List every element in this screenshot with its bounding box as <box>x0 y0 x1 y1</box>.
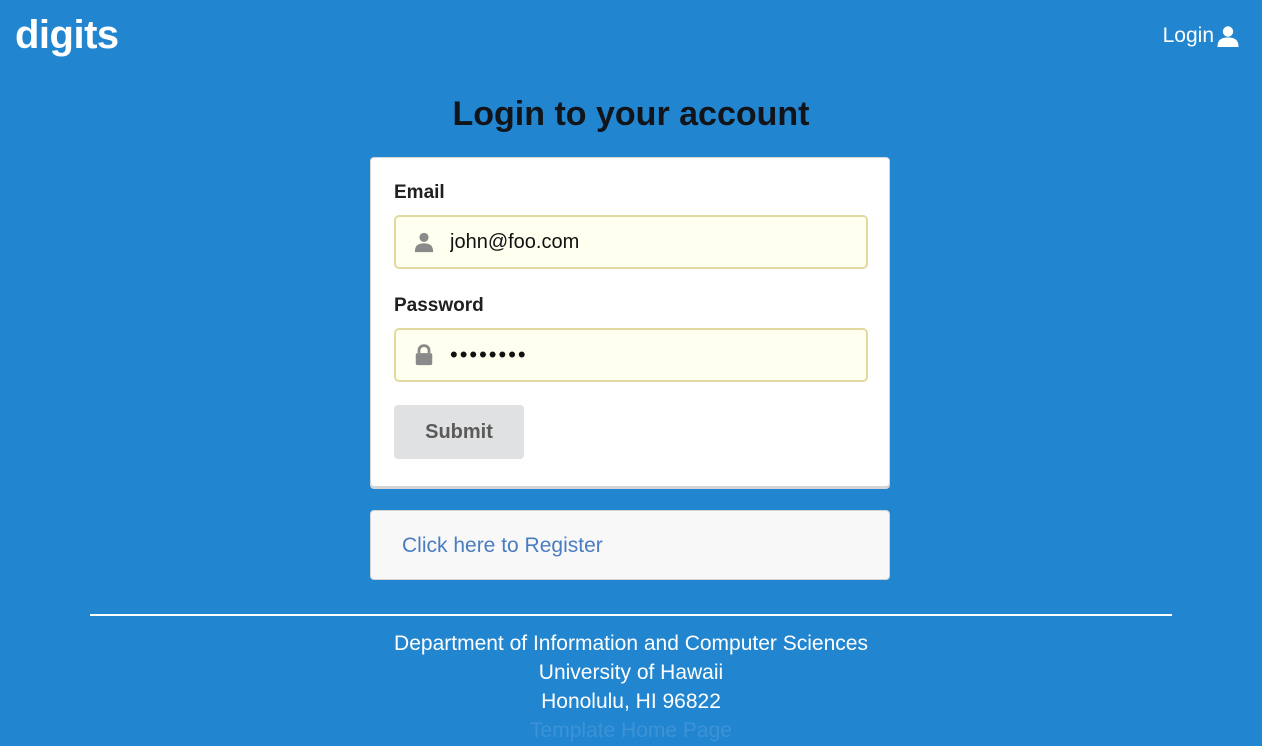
footer-divider <box>90 614 1172 616</box>
user-icon <box>1217 26 1239 47</box>
register-link[interactable]: Click here to Register <box>402 534 603 558</box>
email-label: Email <box>394 182 445 203</box>
password-input[interactable] <box>450 335 850 375</box>
footer-template-link[interactable]: Template Home Page <box>0 716 1262 745</box>
footer-address: Honolulu, HI 96822 <box>541 690 721 713</box>
login-menu-label: Login <box>1162 24 1214 47</box>
lock-icon <box>415 344 433 366</box>
page-title: Login to your account <box>452 95 810 133</box>
password-label: Password <box>394 295 484 316</box>
user-icon <box>414 232 434 253</box>
register-message-box: Click here to Register <box>370 510 890 580</box>
login-menu[interactable]: Login <box>1163 24 1240 48</box>
footer-university: University of Hawaii <box>538 661 724 684</box>
footer-department: Department of Information and Computer S… <box>394 632 868 655</box>
brand-logo[interactable]: digits <box>15 10 119 60</box>
email-input-wrapper[interactable] <box>394 215 868 269</box>
top-navbar: digits Login <box>0 0 1262 76</box>
footer: Department of Information and Computer S… <box>0 629 1262 745</box>
login-form-card: Email Password Submit <box>370 157 890 487</box>
password-input-wrapper[interactable] <box>394 328 868 382</box>
submit-button[interactable]: Submit <box>394 405 524 459</box>
email-input[interactable] <box>450 222 850 262</box>
